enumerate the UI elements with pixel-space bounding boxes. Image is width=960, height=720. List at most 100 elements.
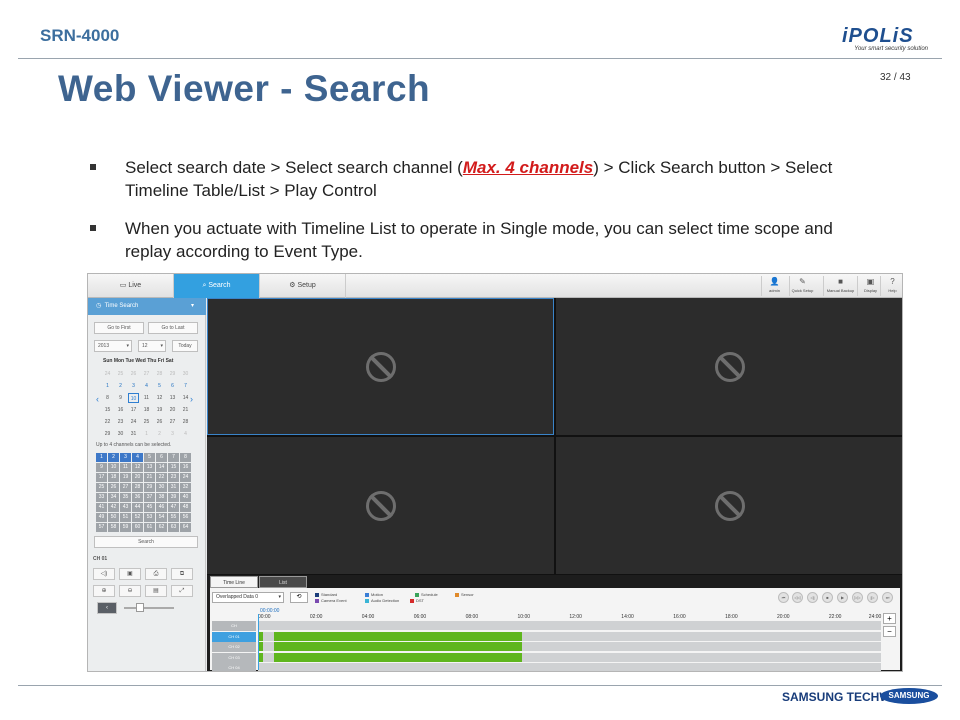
- channel-checkbox[interactable]: 36: [132, 493, 143, 502]
- channel-checkbox[interactable]: 9: [96, 463, 107, 472]
- fullscreen-icon[interactable]: ⤢: [171, 585, 193, 597]
- calendar-day[interactable]: 18: [141, 405, 152, 415]
- calendar-day[interactable]: 15: [102, 405, 113, 415]
- calendar-day[interactable]: 13: [167, 393, 178, 403]
- calendar-day[interactable]: 25: [115, 369, 126, 379]
- channel-checkbox[interactable]: 43: [120, 503, 131, 512]
- timeline-row-label[interactable]: CH 04: [212, 663, 256, 671]
- video-channel-3[interactable]: [207, 437, 554, 574]
- step-back-icon[interactable]: ◁|: [807, 592, 818, 603]
- video-channel-2[interactable]: [556, 298, 902, 435]
- loop-icon[interactable]: ⟲: [290, 592, 308, 603]
- timeline-row-label[interactable]: CH: [212, 621, 256, 631]
- timeline-track[interactable]: [258, 621, 881, 630]
- calendar-day[interactable]: 25: [141, 417, 152, 427]
- channel-checkbox[interactable]: 57: [96, 523, 107, 532]
- channel-checkbox[interactable]: 54: [156, 513, 167, 522]
- calendar-day[interactable]: 7: [180, 381, 191, 391]
- calendar-day[interactable]: 3: [167, 429, 178, 439]
- rewind-fast-icon[interactable]: ⏮: [778, 592, 789, 603]
- tab-list[interactable]: List: [259, 576, 307, 588]
- channel-checkbox[interactable]: 40: [180, 493, 191, 502]
- calendar-day[interactable]: 20: [167, 405, 178, 415]
- channel-checkbox[interactable]: 62: [156, 523, 167, 532]
- search-button[interactable]: Search: [94, 536, 198, 548]
- calendar-day[interactable]: 22: [102, 417, 113, 427]
- skip-end-icon[interactable]: ⏭: [882, 592, 893, 603]
- video-channel-4[interactable]: [556, 437, 902, 574]
- playhead[interactable]: [258, 614, 259, 670]
- stop-icon[interactable]: ■: [822, 592, 833, 603]
- slider-handle[interactable]: [136, 603, 144, 612]
- tab-live[interactable]: ▭ Live: [88, 274, 174, 298]
- time-search-header[interactable]: ◷ Time Search ▾: [88, 298, 206, 315]
- speed-slider[interactable]: [124, 607, 174, 609]
- channel-checkbox[interactable]: 63: [168, 523, 179, 532]
- channel-checkbox[interactable]: 5: [144, 453, 155, 462]
- channel-checkbox[interactable]: 1: [96, 453, 107, 462]
- calendar-day[interactable]: 23: [115, 417, 126, 427]
- channel-checkbox[interactable]: 18: [108, 473, 119, 482]
- calendar-day[interactable]: 12: [154, 393, 165, 403]
- channel-checkbox[interactable]: 29: [144, 483, 155, 492]
- calendar-day[interactable]: 16: [115, 405, 126, 415]
- calendar-day[interactable]: 30: [180, 369, 191, 379]
- timeline-row-label[interactable]: CH 03: [212, 652, 256, 663]
- channel-checkbox[interactable]: 23: [168, 473, 179, 482]
- calendar-day[interactable]: 19: [154, 405, 165, 415]
- calendar-day[interactable]: 6: [167, 381, 178, 391]
- rewind-icon[interactable]: ◁◁: [792, 592, 803, 603]
- channel-checkbox[interactable]: 16: [180, 463, 191, 472]
- channel-checkbox[interactable]: 12: [132, 463, 143, 472]
- channel-checkbox[interactable]: 60: [132, 523, 143, 532]
- calendar-day[interactable]: 29: [102, 429, 113, 439]
- tab-search[interactable]: ⌕ Search: [174, 274, 260, 298]
- channel-checkbox[interactable]: 35: [120, 493, 131, 502]
- channel-checkbox[interactable]: 58: [108, 523, 119, 532]
- calendar-day[interactable]: 27: [167, 417, 178, 427]
- prev-month-icon[interactable]: ‹: [96, 394, 99, 404]
- channel-checkbox[interactable]: 41: [96, 503, 107, 512]
- admin-button[interactable]: 👤 admin: [761, 276, 787, 296]
- timeline-track[interactable]: [258, 663, 881, 671]
- calendar-day[interactable]: 24: [102, 369, 113, 379]
- channel-checkbox[interactable]: 47: [168, 503, 179, 512]
- channel-checkbox[interactable]: 56: [180, 513, 191, 522]
- calendar-day[interactable]: 21: [180, 405, 191, 415]
- recording-segment[interactable]: [274, 652, 522, 662]
- step-forward-icon[interactable]: |▷: [867, 592, 878, 603]
- calendar-day[interactable]: 30: [115, 429, 126, 439]
- channel-checkbox[interactable]: 37: [144, 493, 155, 502]
- channel-checkbox[interactable]: 3: [120, 453, 131, 462]
- channel-checkbox[interactable]: 33: [96, 493, 107, 502]
- recording-segment[interactable]: [274, 631, 522, 641]
- channel-checkbox[interactable]: 46: [156, 503, 167, 512]
- timeline-row-label[interactable]: CH 01: [212, 631, 256, 642]
- channel-checkbox[interactable]: 27: [120, 483, 131, 492]
- tab-setup[interactable]: ⚙ Setup: [260, 274, 346, 298]
- channel-checkbox[interactable]: 55: [168, 513, 179, 522]
- channel-checkbox[interactable]: 8: [180, 453, 191, 462]
- zoom-out-icon[interactable]: ⊖: [119, 585, 141, 597]
- calendar-day[interactable]: 10: [128, 393, 139, 403]
- channel-checkbox[interactable]: 22: [156, 473, 167, 482]
- channel-checkbox[interactable]: 59: [120, 523, 131, 532]
- help-button[interactable]: ? Help: [880, 276, 902, 296]
- calendar-day[interactable]: 4: [180, 429, 191, 439]
- channel-checkbox[interactable]: 31: [168, 483, 179, 492]
- channel-checkbox[interactable]: 15: [168, 463, 179, 472]
- year-select[interactable]: 2013 ▾: [94, 340, 132, 352]
- channel-checkbox[interactable]: 14: [156, 463, 167, 472]
- channel-checkbox[interactable]: 24: [180, 473, 191, 482]
- calendar-day[interactable]: 2: [115, 381, 126, 391]
- channel-checkbox[interactable]: 26: [108, 483, 119, 492]
- channel-checkbox[interactable]: 50: [108, 513, 119, 522]
- calendar-day[interactable]: 11: [141, 393, 152, 403]
- channel-checkbox[interactable]: 28: [132, 483, 143, 492]
- channel-checkbox[interactable]: 10: [108, 463, 119, 472]
- calendar-day[interactable]: 26: [154, 417, 165, 427]
- channel-checkbox[interactable]: 38: [156, 493, 167, 502]
- channel-checkbox[interactable]: 44: [132, 503, 143, 512]
- channel-checkbox[interactable]: 49: [96, 513, 107, 522]
- zoom-in-icon[interactable]: ⊕: [93, 585, 115, 597]
